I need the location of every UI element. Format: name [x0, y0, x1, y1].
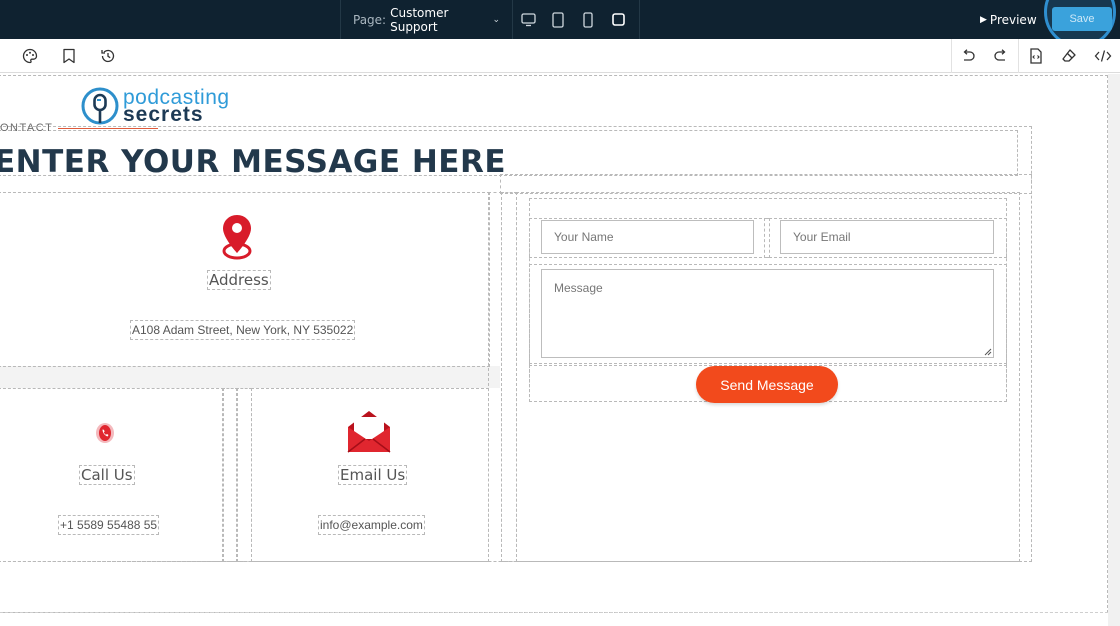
section-label-underline [58, 128, 158, 129]
device-switcher [513, 0, 640, 39]
email-input-placeholder: Your Email [793, 230, 851, 244]
location-pin-icon [222, 215, 252, 260]
email-value: info@example.com [318, 515, 425, 535]
message-placeholder: Message [554, 281, 603, 295]
editor-toolbar [0, 39, 1120, 73]
form-gutter-outline [764, 218, 770, 258]
row-gap [0, 366, 500, 388]
email-input[interactable]: Your Email [780, 220, 994, 254]
page-selector-label: Page: [353, 12, 387, 27]
phone-icon [96, 423, 114, 443]
palette-icon[interactable] [14, 39, 46, 73]
page-selector[interactable]: Page: Customer Support ⌄ [340, 0, 513, 39]
address-title: Address [207, 270, 271, 290]
name-input[interactable]: Your Name [541, 220, 754, 254]
logo: podcasting secrets [80, 84, 230, 128]
email-title: Email Us [338, 465, 408, 485]
eraser-icon[interactable] [1053, 39, 1085, 73]
preview-label: Preview [989, 12, 1037, 27]
gutter-outline [488, 192, 502, 562]
code-file-icon[interactable] [1020, 39, 1052, 73]
canvas-bottom-guide [0, 612, 1108, 613]
call-title: Call Us [79, 465, 135, 485]
message-textarea[interactable]: Message [541, 269, 994, 358]
toolbar-divider [1018, 39, 1019, 73]
name-input-placeholder: Your Name [554, 230, 614, 244]
page-headline: ENTER YOUR MESSAGE HERE [0, 144, 506, 180]
scrollbar[interactable] [1108, 74, 1120, 626]
podcast-mic-icon [81, 87, 119, 125]
desktop-icon[interactable] [513, 0, 543, 39]
history-icon[interactable] [92, 39, 124, 73]
section-label: ONTACT [0, 122, 54, 134]
preview-button[interactable]: ▶ Preview [980, 0, 1037, 39]
call-value: +1 5589 55488 55 [58, 515, 160, 535]
send-message-button[interactable]: Send Message [696, 366, 838, 403]
undo-icon[interactable] [952, 39, 984, 73]
play-icon: ▶ [980, 14, 987, 25]
chevron-down-icon: ⌄ [492, 14, 500, 25]
save-button[interactable]: Save [1052, 7, 1112, 31]
address-value: A108 Adam Street, New York, NY 535022 [130, 320, 356, 340]
envelope-icon [347, 411, 391, 453]
column-header-outline [500, 174, 1032, 194]
gutter-outline [236, 388, 252, 562]
page-selector-value: Customer Support [390, 5, 449, 34]
top-bar: Page: Customer Support ⌄ ▶ Preview Save [0, 0, 1120, 48]
fullscreen-icon[interactable] [603, 0, 633, 39]
bookmark-icon[interactable] [53, 39, 85, 73]
mobile-icon[interactable] [573, 0, 603, 39]
gutter-outline [501, 192, 517, 562]
redo-icon[interactable] [985, 39, 1017, 73]
tablet-icon[interactable] [543, 0, 573, 39]
code-icon[interactable] [1087, 39, 1119, 73]
resize-grip-icon[interactable] [984, 348, 992, 356]
